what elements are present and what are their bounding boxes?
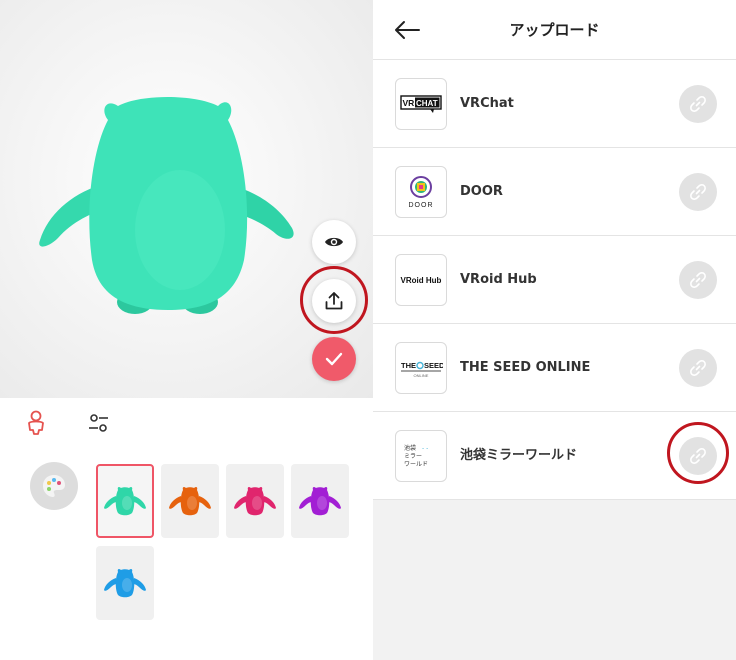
upload-header: アップロード [373,0,736,60]
svg-text:ミラー: ミラー [404,453,422,460]
svg-text:SEED: SEED [424,361,443,370]
service-row-the-seed-online[interactable]: THE SEED ONLINE THE SEED ONLINE [373,324,736,412]
service-row-vroid-hub[interactable]: VRoid Hub VRoid Hub [373,236,736,324]
mini-avatar-icon [104,568,146,598]
link-button-door[interactable] [679,173,717,211]
door-logo: DOOR [395,166,447,218]
upload-highlight-ring [300,266,368,334]
link-icon [690,184,706,200]
color-swatch-orange[interactable] [161,464,219,538]
color-swatch-blue[interactable] [96,546,154,620]
link-icon [690,272,706,288]
mini-avatar-icon [104,486,146,516]
svg-text:VR: VR [403,98,415,108]
page-title: アップロード [509,21,600,39]
mini-avatar-icon [299,486,341,516]
ikebukuro-mirror-world-logo: 池袋 - - ミラー ワールド [395,430,447,482]
service-name: THE SEED ONLINE [460,360,591,375]
mini-avatar-icon [234,486,276,516]
check-icon [325,352,343,366]
service-name: 池袋ミラーワールド [460,448,578,463]
avatar-editor-panel [0,0,373,660]
sliders-icon[interactable] [86,411,112,435]
svg-text:DOOR: DOOR [409,202,434,209]
svg-text:THE: THE [401,361,416,370]
link-icon [690,360,706,376]
link-button-vroid-hub[interactable] [679,261,717,299]
preview-eye-button[interactable] [312,220,356,264]
service-name: DOOR [460,184,503,199]
svg-text:ONLINE: ONLINE [414,373,429,378]
upload-panel: アップロード VR CHAT VRChat DOOR DOOR VRoid Hu… [373,0,736,660]
the-seed-logo: THE SEED ONLINE [395,342,447,394]
avatar-3d-viewport[interactable] [0,0,373,398]
avatar-character [39,97,294,314]
svg-text:池袋: 池袋 [404,444,416,452]
mini-avatar-icon [169,486,211,516]
color-swatch-pink[interactable] [226,464,284,538]
palette-icon [43,475,65,497]
svg-text:ワールド: ワールド [404,461,428,468]
svg-text:VRoid Hub: VRoid Hub [401,276,442,285]
link-button-the-seed-online[interactable] [679,349,717,387]
vroid-hub-logo: VRoid Hub [395,254,447,306]
link-icon [690,96,706,112]
color-swatch-purple[interactable] [291,464,349,538]
service-name: VRChat [460,96,514,111]
vrchat-logo: VR CHAT [395,78,447,130]
service-row-vrchat[interactable]: VR CHAT VRChat [373,60,736,148]
person-outline-icon[interactable] [25,410,47,436]
svg-text:- -: - - [422,445,428,452]
editor-toolbar [0,398,373,448]
color-swatch-teal[interactable] [96,464,154,538]
service-row-door[interactable]: DOOR DOOR [373,148,736,236]
svg-text:CHAT: CHAT [416,99,438,108]
link-highlight-ring [667,422,729,484]
custom-color-button[interactable] [30,462,78,510]
link-button-vrchat[interactable] [679,85,717,123]
eye-icon [325,237,343,247]
service-name: VRoid Hub [460,272,537,287]
confirm-check-button[interactable] [312,337,356,381]
